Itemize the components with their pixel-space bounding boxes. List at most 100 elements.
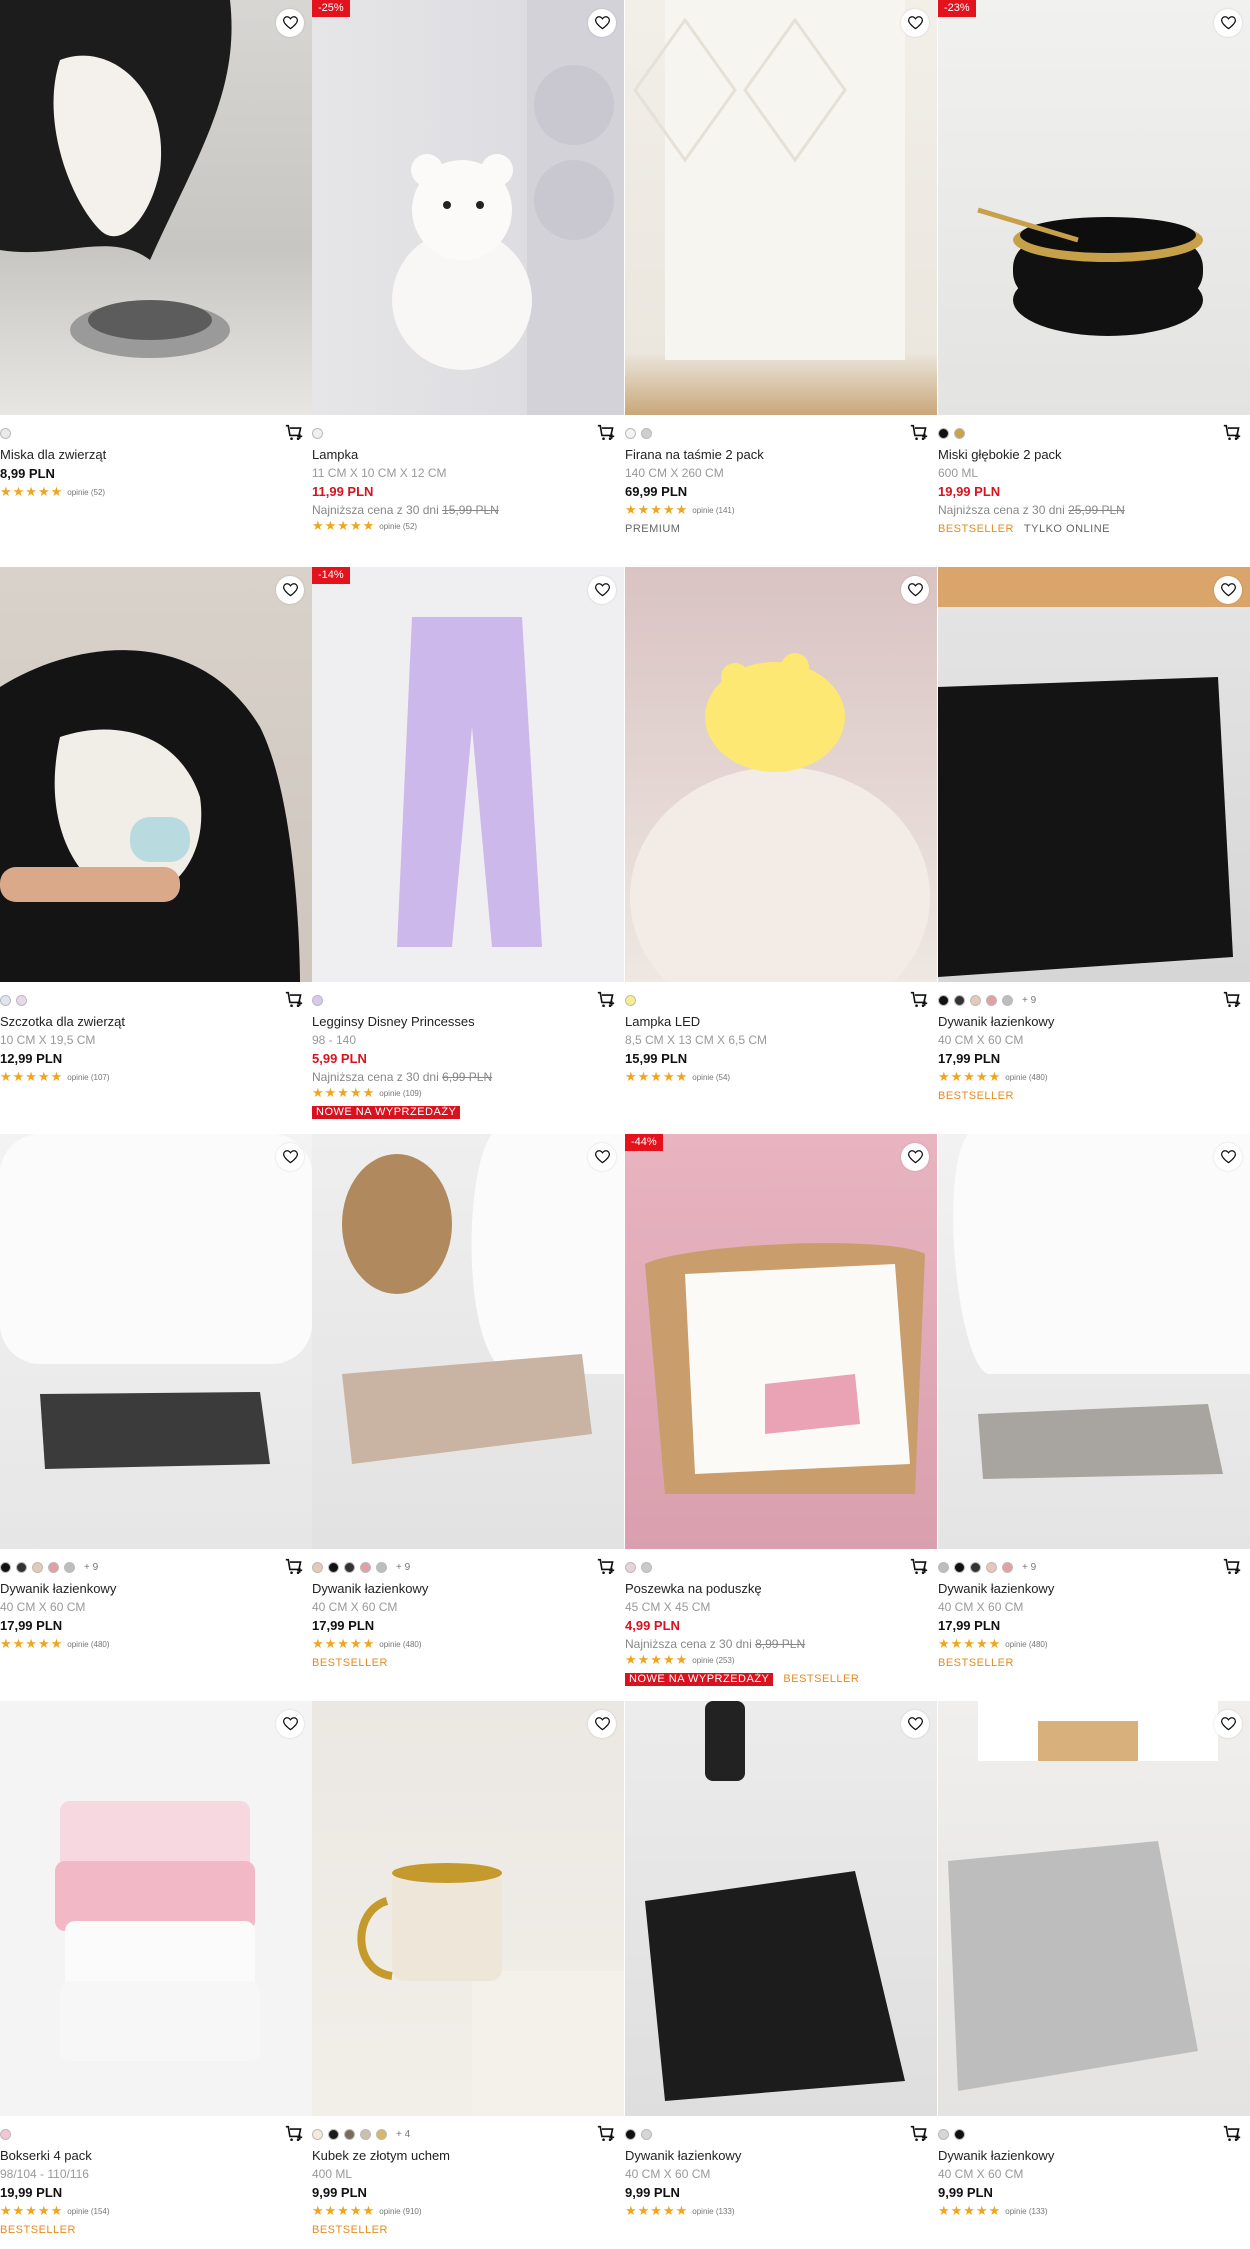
add-to-cart-icon[interactable] bbox=[1222, 1558, 1244, 1578]
product-card[interactable]: -23% Miski głębokie 2 pack 600 ML 19,99 PLN… bbox=[938, 0, 1250, 567]
color-swatch[interactable] bbox=[16, 994, 27, 1006]
rating[interactable]: ★★★★★ opinie (54) bbox=[625, 1069, 937, 1085]
more-colors-count[interactable]: + 9 bbox=[84, 1562, 98, 1573]
color-swatch[interactable] bbox=[0, 427, 11, 439]
product-image[interactable]: -25% bbox=[312, 0, 624, 415]
color-swatch[interactable] bbox=[312, 427, 323, 439]
rating[interactable]: ★★★★★ opinie (107) bbox=[0, 1069, 312, 1085]
color-swatch[interactable] bbox=[312, 1561, 323, 1573]
product-name[interactable]: Dywanik łazienkowy bbox=[625, 2146, 937, 2165]
add-to-cart-icon[interactable] bbox=[284, 991, 306, 1011]
color-swatch[interactable] bbox=[328, 2128, 339, 2140]
rating[interactable]: ★★★★★ opinie (480) bbox=[938, 1069, 1250, 1085]
color-swatch[interactable] bbox=[48, 1561, 59, 1573]
product-card[interactable]: -25% Lampka 11 CM X 10 CM X 12 CM 11,99 PLN… bbox=[312, 0, 624, 567]
color-swatch[interactable] bbox=[625, 427, 636, 439]
color-swatch[interactable] bbox=[344, 2128, 355, 2140]
rating[interactable]: ★★★★★ opinie (133) bbox=[625, 2203, 937, 2219]
wishlist-heart-icon[interactable] bbox=[588, 1710, 616, 1738]
color-swatch[interactable] bbox=[328, 1561, 339, 1573]
wishlist-heart-icon[interactable] bbox=[588, 1143, 616, 1171]
product-image[interactable] bbox=[312, 1701, 624, 2116]
color-swatch[interactable] bbox=[625, 2128, 636, 2140]
add-to-cart-icon[interactable] bbox=[909, 1558, 931, 1578]
color-swatch[interactable] bbox=[986, 994, 997, 1006]
product-card[interactable]: + 9 Dywanik łazienkowy 40 CM X 60 CM 17,99 … bbox=[938, 567, 1250, 1134]
product-name[interactable]: Dywanik łazienkowy bbox=[938, 1579, 1250, 1598]
color-swatch[interactable] bbox=[360, 1561, 371, 1573]
product-name[interactable]: Szczotka dla zwierząt bbox=[0, 1012, 312, 1031]
add-to-cart-icon[interactable] bbox=[1222, 991, 1244, 1011]
add-to-cart-icon[interactable] bbox=[284, 2125, 306, 2145]
color-swatch[interactable] bbox=[312, 2128, 323, 2140]
color-swatch[interactable] bbox=[344, 1561, 355, 1573]
color-swatch[interactable] bbox=[0, 994, 11, 1006]
rating[interactable]: ★★★★★ opinie (154) bbox=[0, 2203, 312, 2219]
wishlist-heart-icon[interactable] bbox=[588, 9, 616, 37]
color-swatch[interactable] bbox=[938, 994, 949, 1006]
wishlist-heart-icon[interactable] bbox=[276, 1143, 304, 1171]
rating[interactable]: ★★★★★ opinie (253) bbox=[625, 1652, 937, 1668]
rating[interactable]: ★★★★★ opinie (480) bbox=[938, 1636, 1250, 1652]
product-name[interactable]: Lampka bbox=[312, 445, 624, 464]
product-image[interactable] bbox=[312, 1134, 624, 1549]
product-image[interactable] bbox=[0, 0, 312, 415]
color-swatch[interactable] bbox=[641, 1561, 652, 1573]
product-image[interactable]: -14% bbox=[312, 567, 624, 982]
wishlist-heart-icon[interactable] bbox=[276, 9, 304, 37]
color-swatch[interactable] bbox=[954, 1561, 965, 1573]
product-card[interactable]: Bokserki 4 pack 98/104 - 110/116 19,99 PLN… bbox=[0, 1701, 312, 2249]
product-image[interactable]: -23% bbox=[938, 0, 1250, 415]
add-to-cart-icon[interactable] bbox=[909, 424, 931, 444]
color-swatch[interactable] bbox=[32, 1561, 43, 1573]
product-image[interactable] bbox=[625, 0, 937, 415]
add-to-cart-icon[interactable] bbox=[596, 991, 618, 1011]
product-name[interactable]: Poszewka na poduszkę bbox=[625, 1579, 937, 1598]
rating[interactable]: ★★★★★ opinie (480) bbox=[0, 1636, 312, 1652]
color-swatch[interactable] bbox=[0, 1561, 11, 1573]
product-image[interactable] bbox=[938, 567, 1250, 982]
color-swatch[interactable] bbox=[986, 1561, 997, 1573]
add-to-cart-icon[interactable] bbox=[1222, 2125, 1244, 2145]
color-swatch[interactable] bbox=[954, 2128, 965, 2140]
color-swatch[interactable] bbox=[0, 2128, 11, 2140]
product-card[interactable]: Dywanik łazienkowy 40 CM X 60 CM 9,99 PLN ★… bbox=[625, 1701, 937, 2249]
wishlist-heart-icon[interactable] bbox=[1214, 1710, 1242, 1738]
product-name[interactable]: Dywanik łazienkowy bbox=[938, 2146, 1250, 2165]
wishlist-heart-icon[interactable] bbox=[901, 576, 929, 604]
color-swatch[interactable] bbox=[64, 1561, 75, 1573]
more-colors-count[interactable]: + 9 bbox=[1022, 1562, 1036, 1573]
color-swatch[interactable] bbox=[1002, 994, 1013, 1006]
wishlist-heart-icon[interactable] bbox=[1214, 576, 1242, 604]
wishlist-heart-icon[interactable] bbox=[901, 1710, 929, 1738]
product-card[interactable]: + 9 Dywanik łazienkowy 40 CM X 60 CM 17,99 … bbox=[312, 1134, 624, 1701]
product-image[interactable] bbox=[0, 1134, 312, 1549]
product-card[interactable]: + 9 Dywanik łazienkowy 40 CM X 60 CM 17,99 … bbox=[938, 1134, 1250, 1701]
product-card[interactable]: + 9 Dywanik łazienkowy 40 CM X 60 CM 17,99 … bbox=[0, 1134, 312, 1701]
wishlist-heart-icon[interactable] bbox=[1214, 9, 1242, 37]
wishlist-heart-icon[interactable] bbox=[276, 1710, 304, 1738]
rating[interactable]: ★★★★★ opinie (480) bbox=[312, 1636, 624, 1652]
product-name[interactable]: Bokserki 4 pack bbox=[0, 2146, 312, 2165]
wishlist-heart-icon[interactable] bbox=[1214, 1143, 1242, 1171]
rating[interactable]: ★★★★★ opinie (52) bbox=[312, 518, 624, 534]
product-name[interactable]: Lampka LED bbox=[625, 1012, 937, 1031]
product-name[interactable]: Dywanik łazienkowy bbox=[938, 1012, 1250, 1031]
product-name[interactable]: Miska dla zwierząt bbox=[0, 445, 312, 464]
wishlist-heart-icon[interactable] bbox=[276, 576, 304, 604]
color-swatch[interactable] bbox=[376, 2128, 387, 2140]
rating[interactable]: ★★★★★ opinie (910) bbox=[312, 2203, 624, 2219]
product-card[interactable]: Miska dla zwierząt 8,99 PLN ★★★★★ opinie (5… bbox=[0, 0, 312, 567]
color-swatch[interactable] bbox=[312, 994, 323, 1006]
product-card[interactable]: Szczotka dla zwierząt 10 CM X 19,5 CM 12,9… bbox=[0, 567, 312, 1134]
product-card[interactable]: Lampka LED 8,5 CM X 13 CM X 6,5 CM 15,99 P… bbox=[625, 567, 937, 1134]
product-image[interactable] bbox=[625, 1701, 937, 2116]
add-to-cart-icon[interactable] bbox=[596, 2125, 618, 2145]
rating[interactable]: ★★★★★ opinie (109) bbox=[312, 1085, 624, 1101]
rating[interactable]: ★★★★★ opinie (141) bbox=[625, 502, 937, 518]
product-card[interactable]: -44% Poszewka na poduszkę 45 CM X 45 CM 4,9… bbox=[625, 1134, 937, 1701]
product-image[interactable] bbox=[625, 567, 937, 982]
color-swatch[interactable] bbox=[970, 1561, 981, 1573]
color-swatch[interactable] bbox=[360, 2128, 371, 2140]
add-to-cart-icon[interactable] bbox=[596, 424, 618, 444]
